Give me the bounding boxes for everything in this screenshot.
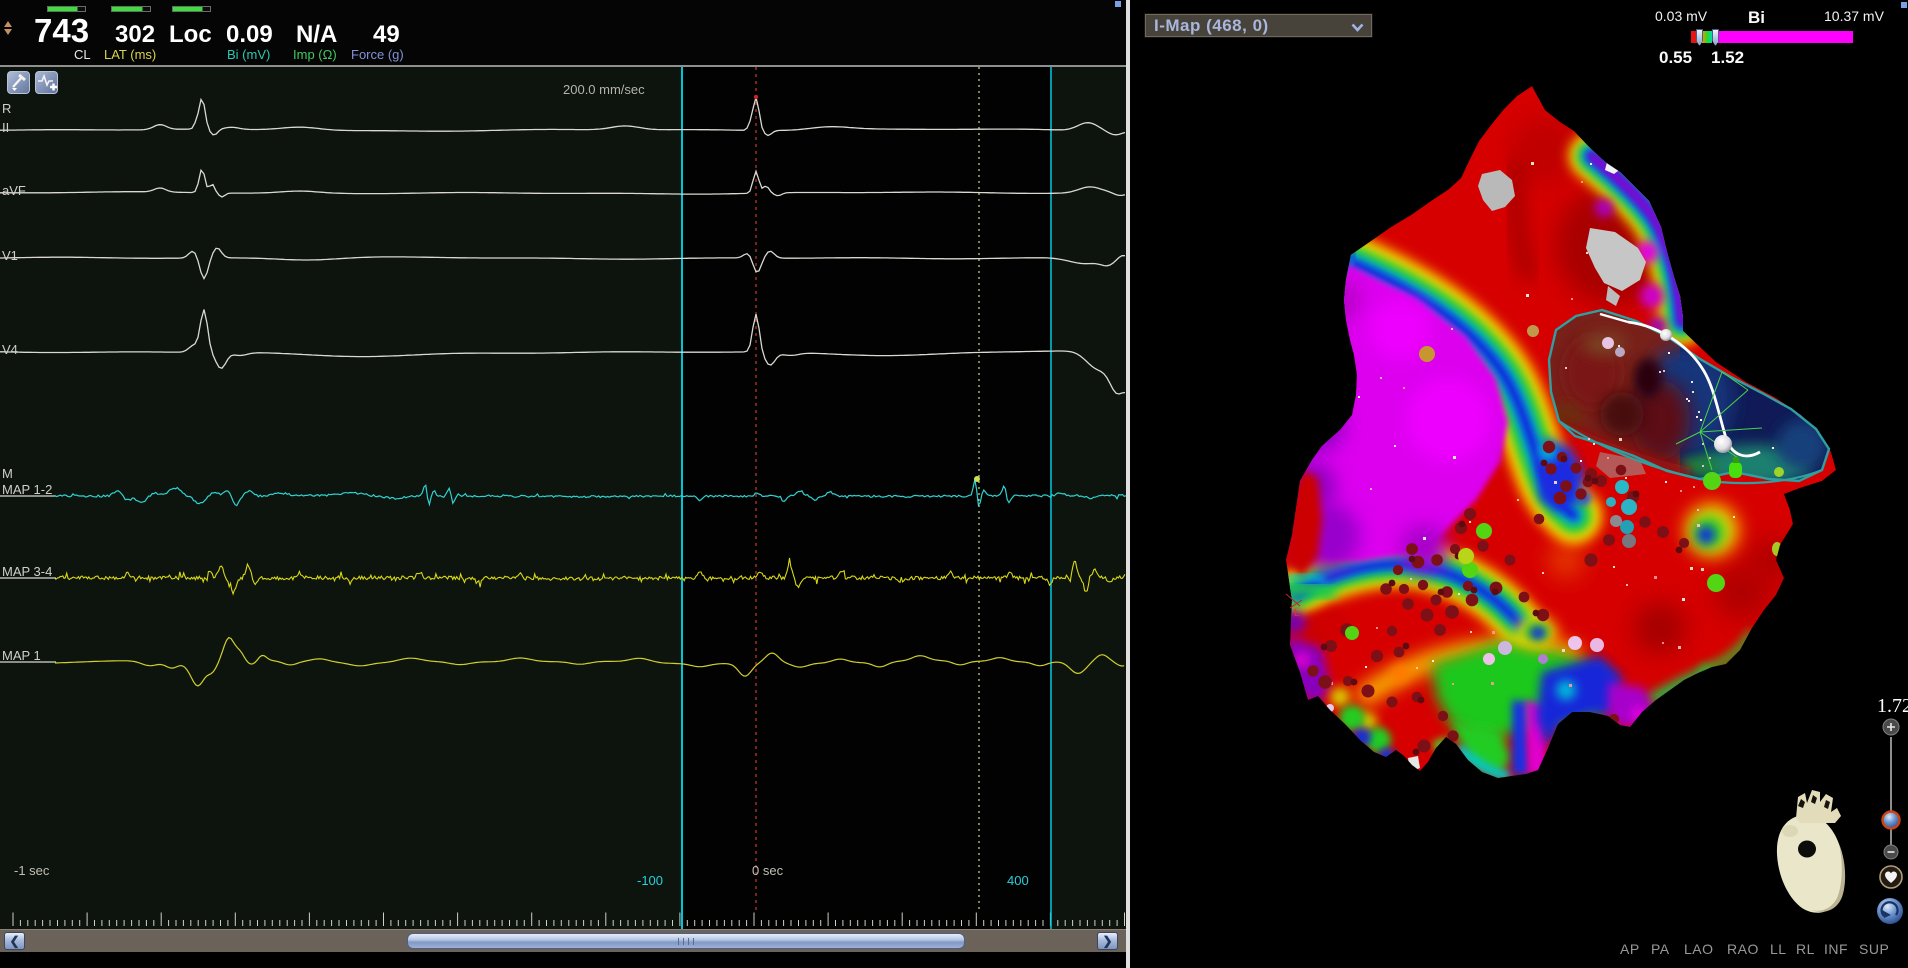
svg-text:400: 400 bbox=[1007, 873, 1029, 888]
svg-text:-1 sec: -1 sec bbox=[14, 863, 50, 878]
svg-text:L: L bbox=[1294, 608, 1300, 619]
svg-text:aVF: aVF bbox=[2, 183, 26, 198]
svg-text:0 sec: 0 sec bbox=[752, 863, 784, 878]
svg-text:MAP 1: MAP 1 bbox=[2, 648, 41, 663]
svg-text:V4: V4 bbox=[2, 342, 18, 357]
svg-text:200.0 mm/sec: 200.0 mm/sec bbox=[563, 82, 645, 97]
svg-text:MAP 1-2: MAP 1-2 bbox=[2, 482, 52, 497]
svg-text:R: R bbox=[2, 101, 11, 116]
svg-text:-100: -100 bbox=[637, 873, 663, 888]
svg-text:1.72: 1.72 bbox=[1877, 695, 1908, 717]
svg-text:MAP 3-4: MAP 3-4 bbox=[2, 564, 52, 579]
svg-text:M: M bbox=[2, 466, 13, 481]
svg-text:II: II bbox=[2, 120, 9, 135]
svg-text:V1: V1 bbox=[2, 248, 18, 263]
